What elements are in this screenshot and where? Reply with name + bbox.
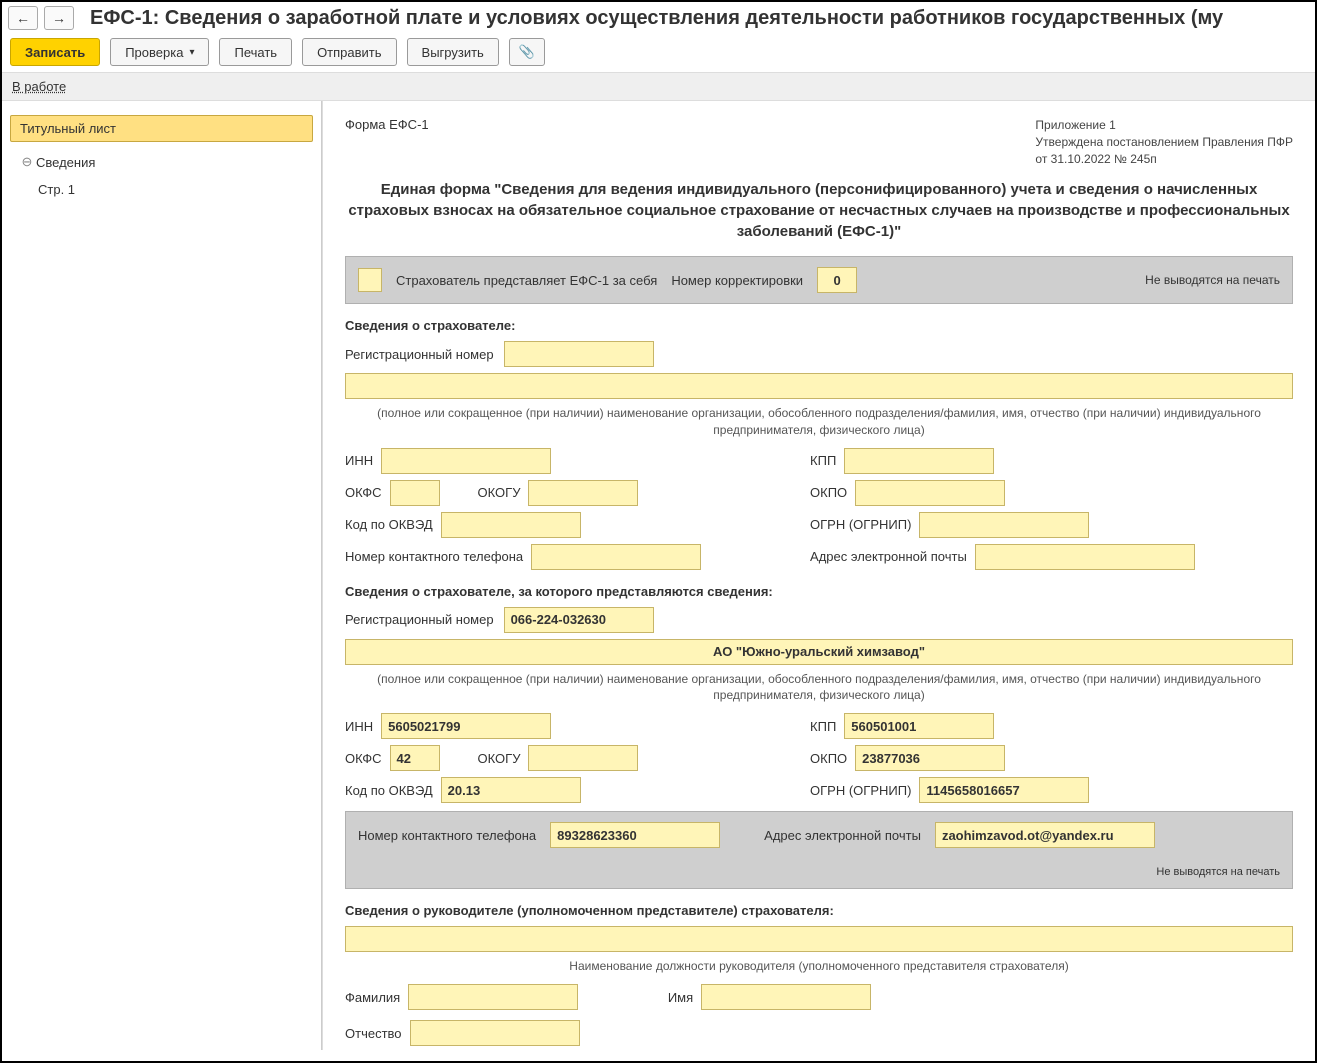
s1-okfs-label: ОКФС	[345, 485, 382, 500]
s2-okfs-label: ОКФС	[345, 751, 382, 766]
s1-okogu-label: ОКОГУ	[478, 485, 521, 500]
s2-okpo-label: ОКПО	[810, 751, 847, 766]
paperclip-icon: 📎	[519, 44, 535, 60]
contact-panel: Номер контактного телефона 89328623360 А…	[345, 811, 1293, 889]
position-hint: Наименование должности руководителя (упо…	[345, 958, 1293, 974]
s2-okpo-field[interactable]: 23877036	[855, 745, 1005, 771]
window-title: ЕФС-1: Сведения о заработной плате и усл…	[90, 7, 1223, 30]
s2-kpp-label: КПП	[810, 719, 836, 734]
check-button-label: Проверка	[125, 45, 183, 60]
firstname-label: Имя	[668, 990, 693, 1005]
section-signer-heading: Сведения о руководителе (уполномоченном …	[345, 903, 1293, 918]
nav-forward-button[interactable]: →	[44, 6, 74, 30]
lastname-field[interactable]	[408, 984, 578, 1010]
s1-orgname-field[interactable]	[345, 373, 1293, 399]
section-represented-heading: Сведения о страхователе, за которого пре…	[345, 584, 1293, 599]
s2-regnum-field[interactable]: 066-224-032630	[504, 607, 654, 633]
s1-okved-field[interactable]	[441, 512, 581, 538]
section-insurer-heading: Сведения о страхователе:	[345, 318, 1293, 333]
check-button[interactable]: Проверка ▾	[110, 38, 209, 66]
s1-ogrn-label: ОГРН (ОГРНИП)	[810, 517, 911, 532]
s2-kpp-field[interactable]: 560501001	[844, 713, 994, 739]
attach-button[interactable]: 📎	[509, 38, 545, 66]
s1-okved-label: Код по ОКВЭД	[345, 517, 433, 532]
s1-email-label: Адрес электронной почты	[810, 549, 967, 564]
nav-back-button[interactable]: ←	[8, 6, 38, 30]
no-print-note: Не выводятся на печать	[1145, 273, 1280, 287]
firstname-field[interactable]	[701, 984, 871, 1010]
s1-kpp-field[interactable]	[844, 448, 994, 474]
tree-item-title-page[interactable]: Титульный лист	[10, 115, 313, 142]
s2-phone-field[interactable]: 89328623360	[550, 822, 720, 848]
s1-orgname-hint: (полное или сокращенное (при наличии) на…	[345, 405, 1293, 437]
s2-ogrn-field[interactable]: 1145658016657	[919, 777, 1089, 803]
form-approval-text: Приложение 1 Утверждена постановлением П…	[1035, 117, 1293, 167]
self-submit-checkbox[interactable]	[358, 268, 382, 292]
s2-regnum-label: Регистрационный номер	[345, 612, 494, 627]
lastname-label: Фамилия	[345, 990, 400, 1005]
no-print-note-2: Не выводятся на печать	[358, 866, 1280, 878]
s1-regnum-label: Регистрационный номер	[345, 347, 494, 362]
s2-okogu-label: ОКОГУ	[478, 751, 521, 766]
s1-email-field[interactable]	[975, 544, 1195, 570]
tree-item-page1[interactable]: Стр. 1	[10, 176, 313, 203]
position-field[interactable]	[345, 926, 1293, 952]
s2-orgname-field[interactable]: АО "Южно-уральский химзавод"	[345, 639, 1293, 665]
s2-okved-label: Код по ОКВЭД	[345, 783, 433, 798]
s1-okpo-label: ОКПО	[810, 485, 847, 500]
correction-number-label: Номер корректировки	[671, 273, 803, 288]
self-submit-label: Страхователь представляет ЕФС-1 за себя	[396, 273, 657, 288]
correction-number-field[interactable]: 0	[817, 267, 857, 293]
document-status-link[interactable]: В работе	[12, 79, 66, 94]
patronymic-label: Отчество	[345, 1026, 402, 1041]
s1-regnum-field[interactable]	[504, 341, 654, 367]
s1-phone-field[interactable]	[531, 544, 701, 570]
s2-inn-label: ИНН	[345, 719, 373, 734]
s1-okpo-field[interactable]	[855, 480, 1005, 506]
correction-panel: Страхователь представляет ЕФС-1 за себя …	[345, 256, 1293, 304]
s1-okogu-field[interactable]	[528, 480, 638, 506]
form-code-label: Форма ЕФС-1	[345, 117, 429, 167]
s2-orgname-hint: (полное или сокращенное (при наличии) на…	[345, 671, 1293, 703]
print-button[interactable]: Печать	[219, 38, 292, 66]
send-button[interactable]: Отправить	[302, 38, 396, 66]
form-title: Единая форма "Сведения для ведения индив…	[345, 179, 1293, 242]
s2-okved-field[interactable]: 20.13	[441, 777, 581, 803]
s2-okogu-field[interactable]	[528, 745, 638, 771]
collapse-icon: ⊖	[20, 154, 34, 170]
tree-item-info-label: Сведения	[36, 155, 95, 170]
s1-kpp-label: КПП	[810, 453, 836, 468]
s2-ogrn-label: ОГРН (ОГРНИП)	[810, 783, 911, 798]
nav-tree: Титульный лист ⊖ Сведения Стр. 1	[2, 101, 322, 1050]
tree-item-info[interactable]: ⊖ Сведения	[10, 148, 313, 176]
s1-phone-label: Номер контактного телефона	[345, 549, 523, 564]
export-button[interactable]: Выгрузить	[407, 38, 499, 66]
chevron-down-icon: ▾	[189, 47, 194, 58]
save-button[interactable]: Записать	[10, 38, 100, 66]
s1-ogrn-field[interactable]	[919, 512, 1089, 538]
s1-inn-field[interactable]	[381, 448, 551, 474]
s2-inn-field[interactable]: 5605021799	[381, 713, 551, 739]
s1-inn-label: ИНН	[345, 453, 373, 468]
patronymic-field[interactable]	[410, 1020, 580, 1046]
s2-phone-label: Номер контактного телефона	[358, 828, 536, 843]
s2-email-label: Адрес электронной почты	[764, 828, 921, 843]
s2-email-field[interactable]: zaohimzavod.ot@yandex.ru	[935, 822, 1155, 848]
s1-okfs-field[interactable]	[390, 480, 440, 506]
s2-okfs-field[interactable]: 42	[390, 745, 440, 771]
